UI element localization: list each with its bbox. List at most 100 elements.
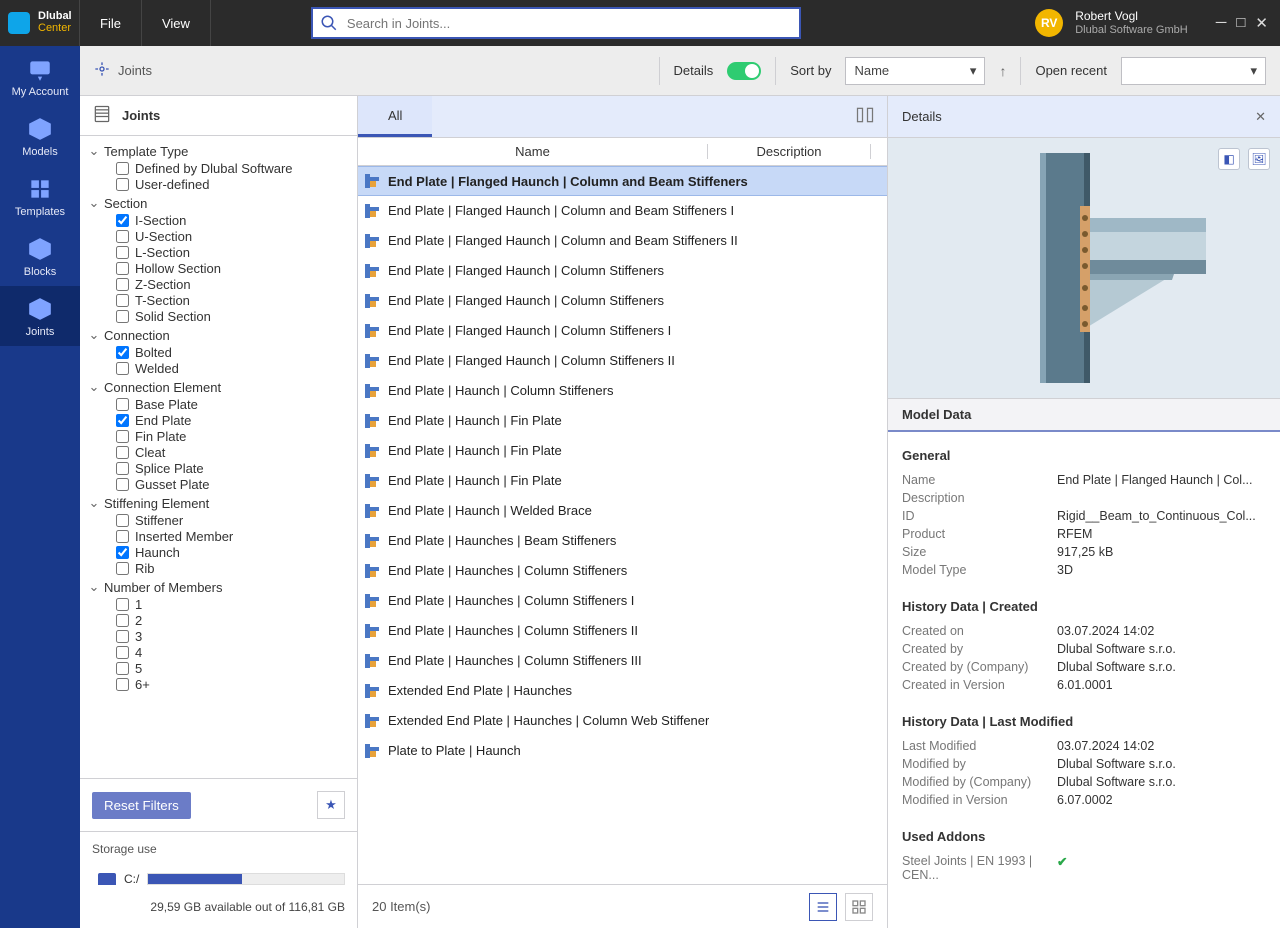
table-row[interactable]: End Plate | Flanged Haunch | Column and …: [358, 196, 887, 226]
filter-option[interactable]: I-Section: [116, 212, 349, 228]
table-row[interactable]: End Plate | Flanged Haunch | Column Stif…: [358, 316, 887, 346]
filter-checkbox[interactable]: [116, 598, 129, 611]
filter-group-header[interactable]: ⌄Section: [88, 194, 349, 212]
filter-option[interactable]: 2: [116, 612, 349, 628]
filter-option[interactable]: 5: [116, 660, 349, 676]
filter-checkbox[interactable]: [116, 230, 129, 243]
filter-checkbox[interactable]: [116, 630, 129, 643]
table-row[interactable]: End Plate | Haunches | Column Stiffeners…: [358, 616, 887, 646]
filter-checkbox[interactable]: [116, 646, 129, 659]
filter-option[interactable]: Haunch: [116, 544, 349, 560]
filter-option[interactable]: Fin Plate: [116, 428, 349, 444]
filter-option[interactable]: Solid Section: [116, 308, 349, 324]
table-row[interactable]: End Plate | Haunches | Column Stiffeners…: [358, 586, 887, 616]
view-list-button[interactable]: [809, 893, 837, 921]
filter-group-header[interactable]: ⌄Number of Members: [88, 578, 349, 596]
view-image-button[interactable]: 🖼: [1248, 148, 1270, 170]
filter-group-header[interactable]: ⌄Connection Element: [88, 378, 349, 396]
filter-checkbox[interactable]: [116, 214, 129, 227]
table-row[interactable]: End Plate | Haunches | Column Stiffeners: [358, 556, 887, 586]
filter-checkbox[interactable]: [116, 530, 129, 543]
filter-group-header[interactable]: ⌄Connection: [88, 326, 349, 344]
filter-option[interactable]: Defined by Dlubal Software: [116, 160, 349, 176]
menu-view[interactable]: View: [142, 0, 211, 46]
filter-checkbox[interactable]: [116, 562, 129, 575]
table-row[interactable]: End Plate | Haunch | Welded Brace: [358, 496, 887, 526]
sort-direction-button[interactable]: ↑: [999, 63, 1006, 79]
filter-option[interactable]: Base Plate: [116, 396, 349, 412]
details-toggle[interactable]: [727, 62, 761, 80]
filter-checkbox[interactable]: [116, 478, 129, 491]
filter-checkbox[interactable]: [116, 546, 129, 559]
filter-checkbox[interactable]: [116, 346, 129, 359]
filter-group-header[interactable]: ⌄Template Type: [88, 142, 349, 160]
filter-option[interactable]: Cleat: [116, 444, 349, 460]
filter-option[interactable]: L-Section: [116, 244, 349, 260]
avatar[interactable]: RV: [1035, 9, 1063, 37]
table-row[interactable]: End Plate | Flanged Haunch | Column Stif…: [358, 286, 887, 316]
filter-option[interactable]: Stiffener: [116, 512, 349, 528]
table-row[interactable]: End Plate | Haunch | Fin Plate: [358, 466, 887, 496]
col-name[interactable]: Name: [358, 144, 708, 159]
filter-checkbox[interactable]: [116, 398, 129, 411]
filter-checkbox[interactable]: [116, 310, 129, 323]
table-row[interactable]: End Plate | Haunches | Column Stiffeners…: [358, 646, 887, 676]
close-details-button[interactable]: ✕: [1255, 109, 1266, 125]
filter-option[interactable]: 6+: [116, 676, 349, 692]
filter-option[interactable]: End Plate: [116, 412, 349, 428]
table-row[interactable]: End Plate | Flanged Haunch | Column Stif…: [358, 346, 887, 376]
filter-checkbox[interactable]: [116, 362, 129, 375]
table-row[interactable]: End Plate | Haunches | Beam Stiffeners: [358, 526, 887, 556]
favorite-button[interactable]: ★: [317, 791, 345, 819]
rail-account[interactable]: My Account: [0, 46, 80, 106]
reset-filters-button[interactable]: Reset Filters: [92, 792, 191, 819]
filter-checkbox[interactable]: [116, 614, 129, 627]
filter-checkbox[interactable]: [116, 662, 129, 675]
filter-checkbox[interactable]: [116, 162, 129, 175]
filter-checkbox[interactable]: [116, 178, 129, 191]
tab-all[interactable]: All: [358, 96, 432, 137]
filter-option[interactable]: User-defined: [116, 176, 349, 192]
table-row[interactable]: Extended End Plate | Haunches | Column W…: [358, 706, 887, 736]
filter-option[interactable]: 3: [116, 628, 349, 644]
filter-checkbox[interactable]: [116, 462, 129, 475]
filter-option[interactable]: Z-Section: [116, 276, 349, 292]
filter-option[interactable]: 4: [116, 644, 349, 660]
rail-templates[interactable]: Templates: [0, 166, 80, 226]
filter-option[interactable]: Splice Plate: [116, 460, 349, 476]
minimize-button[interactable]: ─: [1216, 14, 1227, 32]
filter-option[interactable]: Inserted Member: [116, 528, 349, 544]
filter-group-header[interactable]: ⌄Stiffening Element: [88, 494, 349, 512]
table-row[interactable]: Extended End Plate | Haunches: [358, 676, 887, 706]
table-row[interactable]: End Plate | Flanged Haunch | Column and …: [358, 226, 887, 256]
filter-option[interactable]: T-Section: [116, 292, 349, 308]
table-row[interactable]: End Plate | Haunch | Column Stiffeners: [358, 376, 887, 406]
filter-checkbox[interactable]: [116, 294, 129, 307]
filter-option[interactable]: Gusset Plate: [116, 476, 349, 492]
view-grid-button[interactable]: [845, 893, 873, 921]
table-row[interactable]: Plate to Plate | Haunch: [358, 736, 887, 766]
table-row[interactable]: End Plate | Haunch | Fin Plate: [358, 406, 887, 436]
table-row[interactable]: End Plate | Flanged Haunch | Column and …: [358, 166, 887, 196]
filter-option[interactable]: Hollow Section: [116, 260, 349, 276]
filter-checkbox[interactable]: [116, 514, 129, 527]
col-desc[interactable]: Description: [708, 144, 871, 159]
table-row[interactable]: End Plate | Haunch | Fin Plate: [358, 436, 887, 466]
filter-checkbox[interactable]: [116, 446, 129, 459]
filter-checkbox[interactable]: [116, 414, 129, 427]
columns-icon[interactable]: [843, 105, 887, 128]
rail-models[interactable]: Models: [0, 106, 80, 166]
menu-file[interactable]: File: [80, 0, 142, 46]
filter-checkbox[interactable]: [116, 430, 129, 443]
search-input[interactable]: [345, 9, 799, 37]
filter-option[interactable]: Rib: [116, 560, 349, 576]
sort-select[interactable]: Name▾: [845, 57, 985, 85]
close-button[interactable]: ✕: [1255, 14, 1268, 32]
filter-checkbox[interactable]: [116, 678, 129, 691]
view-3d-button[interactable]: ◧: [1218, 148, 1240, 170]
rail-blocks[interactable]: Blocks: [0, 226, 80, 286]
filter-option[interactable]: Welded: [116, 360, 349, 376]
user-block[interactable]: Robert Vogl Dlubal Software GmbH: [1075, 10, 1188, 36]
rail-joints[interactable]: Joints: [0, 286, 80, 346]
filter-option[interactable]: 1: [116, 596, 349, 612]
